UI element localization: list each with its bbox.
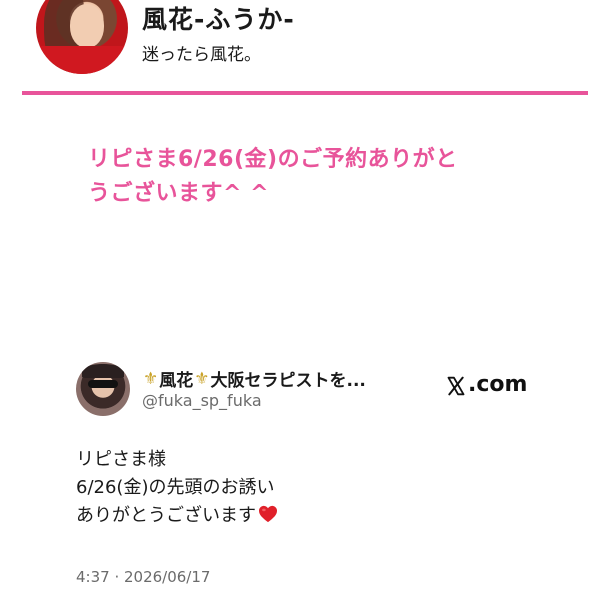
- avatar-hat: [82, 364, 124, 378]
- profile-tagline: 迷ったら風花。: [142, 45, 261, 65]
- post-handle[interactable]: @fuka_sp_fuka: [142, 391, 262, 410]
- post-body-line3: ありがとうございます: [76, 505, 256, 526]
- pink-message-line2: うございます^ ^: [88, 181, 270, 206]
- x-logo-icon: [447, 376, 465, 395]
- x-com-link[interactable]: .com: [446, 372, 527, 397]
- fleur-de-lis-icon: ⚜: [194, 368, 210, 389]
- post-body-line1: リピさま様: [76, 449, 166, 470]
- post-display-name-part1: 風花: [159, 371, 194, 391]
- pink-message-line1: リピさま6/26(金)のご予約ありがと: [88, 147, 458, 172]
- avatar-sunglasses: [88, 380, 118, 388]
- x-com-label: .com: [468, 372, 528, 397]
- avatar-dress: [36, 46, 128, 74]
- page: 風花-ふうか- 迷ったら風花。 リピさま6/26(金)のご予約ありがと うござい…: [0, 0, 600, 600]
- profile-name[interactable]: 風花-ふうか-: [142, 0, 295, 36]
- profile-avatar[interactable]: [36, 0, 128, 74]
- pink-divider: [22, 91, 588, 95]
- post-avatar[interactable]: [76, 362, 130, 416]
- pink-message: リピさま6/26(金)のご予約ありがと うございます^ ^: [88, 143, 548, 211]
- post-timestamp[interactable]: 4:37 · 2026/06/17: [76, 568, 210, 586]
- avatar-face: [70, 4, 104, 48]
- fleur-de-lis-icon: ⚜: [143, 368, 159, 389]
- post-body-line2: 6/26(金)の先頭のお誘い: [76, 477, 275, 498]
- post-body-line3-row: ありがとうございます: [76, 502, 278, 530]
- post-display-name-part2: 大阪セラピストを...: [210, 371, 366, 391]
- post-display-name[interactable]: ⚜ 風花 ⚜ 大阪セラピストを...: [142, 366, 366, 392]
- post-body: リピさま様 6/26(金)の先頭のお誘い ありがとうございます: [76, 446, 278, 530]
- red-heart-icon: [259, 505, 277, 523]
